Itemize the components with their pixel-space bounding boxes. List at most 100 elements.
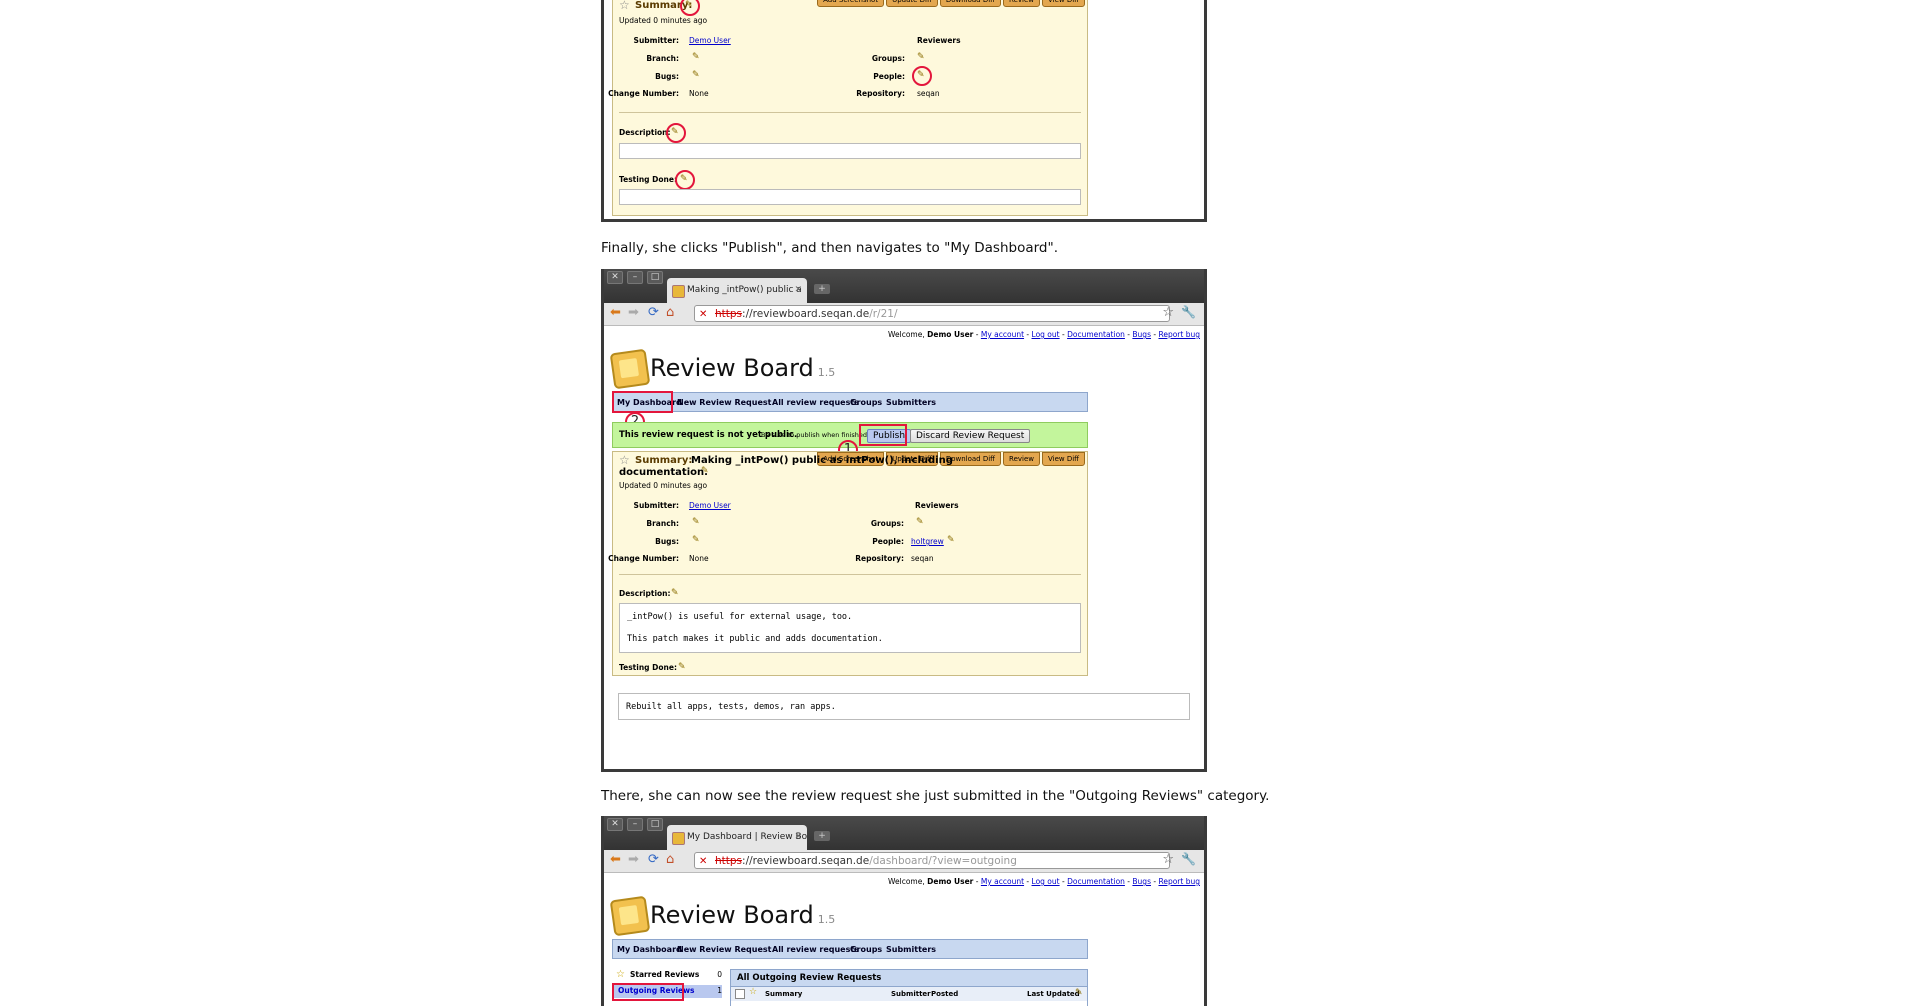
download-diff-tab[interactable]: Download Diff <box>939 0 1002 7</box>
panel-title: All Outgoing Review Requests <box>737 973 882 983</box>
update-diff-tab[interactable]: Update Diff <box>886 0 938 7</box>
back-icon[interactable]: ⬅ <box>610 853 621 867</box>
column-last-updated[interactable]: Last Updated <box>1027 990 1080 998</box>
wrench-icon[interactable]: 🔧 <box>1181 852 1196 866</box>
nav-groups[interactable]: Groups <box>850 398 882 407</box>
nav-groups[interactable]: Groups <box>850 945 882 954</box>
log-out-link[interactable]: Log out <box>1032 330 1060 339</box>
branch-label: Branch: <box>646 54 679 63</box>
column-submitter[interactable]: Submitter <box>891 990 931 998</box>
column-posted[interactable]: Posted <box>931 990 958 998</box>
nav-all-review-requests[interactable]: All review requests <box>772 398 859 407</box>
reload-icon[interactable]: ⟳ <box>648 306 659 320</box>
summary-label: Summary: <box>635 455 693 466</box>
column-summary[interactable]: Summary <box>765 990 802 998</box>
highlight-circle-description <box>666 123 686 143</box>
browser-tab[interactable]: My Dashboard | Review Bo ✕ <box>667 825 807 850</box>
minimize-icon[interactable]: – <box>627 271 643 284</box>
nav-submitters[interactable]: Submitters <box>886 398 936 407</box>
my-account-link[interactable]: My account <box>981 330 1024 339</box>
sidebar-item-starred[interactable]: ☆ Starred Reviews 0 <box>612 969 722 982</box>
app-title: Review Board <box>650 354 814 382</box>
minimize-icon[interactable]: – <box>627 818 643 831</box>
maximize-icon[interactable]: □ <box>647 818 663 831</box>
star-icon[interactable]: ☆ <box>619 0 630 12</box>
description-field[interactable] <box>619 143 1081 159</box>
view-diff-tab[interactable]: View Diff <box>1042 0 1085 7</box>
groups-label: Groups: <box>871 54 905 63</box>
testing-done-text: Rebuilt all apps, tests, demos, ran apps… <box>618 693 1190 720</box>
browser-tab[interactable]: Making _intPow() public a ✕ <box>667 278 807 303</box>
testing-done-field[interactable] <box>619 189 1081 205</box>
select-all-icon[interactable] <box>735 989 745 999</box>
column-edit-pencil-icon[interactable]: ✎ <box>1075 988 1083 998</box>
groups-pencil-icon[interactable]: ✎ <box>916 517 924 527</box>
nav-all-review-requests[interactable]: All review requests <box>772 945 859 954</box>
new-tab-button[interactable]: + <box>814 284 830 294</box>
draft-hint: Be sure to publish when finished. <box>761 431 870 439</box>
groups-pencil-icon[interactable]: ✎ <box>917 52 925 62</box>
report-bug-link[interactable]: Report bug <box>1158 877 1200 886</box>
home-icon[interactable]: ⌂ <box>666 306 674 320</box>
nav-my-dashboard[interactable]: My Dashboard <box>617 945 682 954</box>
summary-pencil-icon[interactable]: ✎ <box>701 466 709 476</box>
nav-separator: - <box>759 398 762 407</box>
browser-toolbar: ⬅ ➡ ⟳ ⌂ ✕ https://reviewboard.seqan.de/r… <box>604 303 1204 326</box>
add-screenshot-tab[interactable]: Add Screenshot <box>817 0 885 7</box>
star-icon[interactable]: ☆ <box>619 453 630 467</box>
new-tab-button[interactable]: + <box>814 831 830 841</box>
description-pencil-icon[interactable]: ✎ <box>671 588 679 598</box>
browser-toolbar: ⬅ ➡ ⟳ ⌂ ✕ https://reviewboard.seqan.de/d… <box>604 850 1204 873</box>
updated-text: Updated 0 minutes ago <box>619 481 708 490</box>
url-path: /dashboard/?view=outgoing <box>869 855 1017 867</box>
submitter-link[interactable]: Demo User <box>689 36 731 45</box>
home-icon[interactable]: ⌂ <box>666 853 674 867</box>
discard-review-request-button[interactable]: Discard Review Request <box>910 429 1031 443</box>
wrench-icon[interactable]: 🔧 <box>1181 305 1196 319</box>
branch-pencil-icon[interactable]: ✎ <box>692 52 700 62</box>
testing-pencil-icon[interactable]: ✎ <box>678 662 686 672</box>
bookmark-star-icon[interactable]: ☆ <box>1162 305 1174 320</box>
report-bug-link[interactable]: Report bug <box>1158 330 1200 339</box>
nav-new-review-request[interactable]: New Review Request <box>677 945 771 954</box>
documentation-link[interactable]: Documentation <box>1067 330 1125 339</box>
people-pencil-icon[interactable]: ✎ <box>947 535 955 545</box>
bugs-pencil-icon[interactable]: ✎ <box>692 535 700 545</box>
forward-icon[interactable]: ➡ <box>628 853 639 867</box>
maximize-icon[interactable]: □ <box>647 271 663 284</box>
documentation-link[interactable]: Documentation <box>1067 877 1125 886</box>
close-icon[interactable]: ✕ <box>607 271 623 284</box>
testing-line: Rebuilt all apps, tests, demos, ran apps… <box>626 702 836 712</box>
testing-done-label: Testing Done: <box>619 175 677 184</box>
people-link[interactable]: holtgrew <box>911 537 944 546</box>
back-icon[interactable]: ⬅ <box>610 306 621 320</box>
tab-close-icon[interactable]: ✕ <box>794 278 802 303</box>
url-scheme: https <box>715 855 743 867</box>
screenshot-dashboard: ✕ – □ My Dashboard | Review Bo ✕ + ⬅ ➡ ⟳… <box>601 816 1207 1006</box>
change-number-label: Change Number: <box>608 554 679 563</box>
window-controls: ✕ – □ <box>607 271 663 284</box>
bugs-link[interactable]: Bugs <box>1132 877 1151 886</box>
review-tab[interactable]: Review <box>1003 0 1040 7</box>
url-bar[interactable]: ✕ https://reviewboard.seqan.de/dashboard… <box>694 852 1170 869</box>
branch-pencil-icon[interactable]: ✎ <box>692 517 700 527</box>
tab-close-icon[interactable]: ✕ <box>794 825 802 850</box>
forward-icon[interactable]: ➡ <box>628 306 639 320</box>
nav-separator: - <box>759 945 762 954</box>
bugs-link[interactable]: Bugs <box>1132 330 1151 339</box>
close-icon[interactable]: ✕ <box>607 818 623 831</box>
nav-new-review-request[interactable]: New Review Request <box>677 398 771 407</box>
welcome-bar: Welcome, Demo User - My account - Log ou… <box>888 330 1200 339</box>
bookmark-star-icon[interactable]: ☆ <box>1162 852 1174 867</box>
log-out-link[interactable]: Log out <box>1032 877 1060 886</box>
view-diff-tab[interactable]: View Diff <box>1042 452 1085 466</box>
reload-icon[interactable]: ⟳ <box>648 853 659 867</box>
review-tab[interactable]: Review <box>1003 452 1040 466</box>
submitter-link[interactable]: Demo User <box>689 501 731 510</box>
url-bar[interactable]: ✕ https://reviewboard.seqan.de/r/21/ <box>694 305 1170 322</box>
bugs-pencil-icon[interactable]: ✎ <box>692 70 700 80</box>
nav-submitters[interactable]: Submitters <box>886 945 936 954</box>
tab-title: My Dashboard | Review Bo <box>687 832 807 842</box>
my-account-link[interactable]: My account <box>981 877 1024 886</box>
user-name: Demo User <box>927 330 974 339</box>
